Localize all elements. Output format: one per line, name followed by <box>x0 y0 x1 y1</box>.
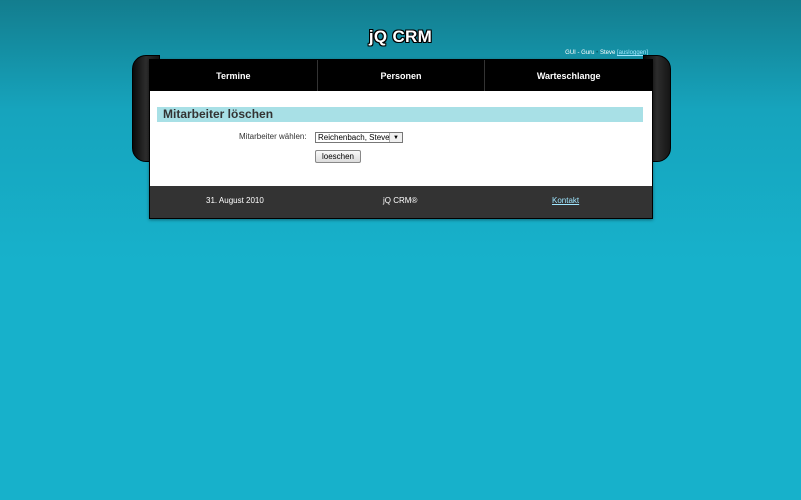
delete-button[interactable]: loeschen <box>315 150 361 163</box>
nav-item-warteschlange[interactable]: Warteschlange <box>485 60 652 91</box>
chevron-down-icon[interactable]: ▼ <box>389 133 402 142</box>
user-name: Steve <box>599 50 616 56</box>
user-status: GUI - Guru • Steve [ausloggen] <box>565 50 648 56</box>
employee-select[interactable]: Reichenbach, Steve ▼ <box>315 132 403 143</box>
main-panel: Termine Personen Warteschlange Mitarbeit… <box>149 59 653 219</box>
separator: • <box>596 50 599 56</box>
nav-item-personen[interactable]: Personen <box>318 60 486 91</box>
footer-brand: jQ CRM® <box>383 196 418 205</box>
employee-select-label: Mitarbeiter wählen: <box>239 132 307 141</box>
nav-item-termine[interactable]: Termine <box>150 60 318 91</box>
user-role: GUI - Guru <box>565 50 595 56</box>
site-title: jQ CRM <box>368 27 433 46</box>
contact-link[interactable]: Kontakt <box>552 196 579 205</box>
section-title: Mitarbeiter löschen <box>157 107 643 122</box>
employee-select-value: Reichenbach, Steve <box>318 133 389 142</box>
footer: 31. August 2010 jQ CRM® Kontakt <box>150 186 652 218</box>
main-nav: Termine Personen Warteschlange <box>150 60 652 91</box>
footer-date: 31. August 2010 <box>206 196 264 205</box>
